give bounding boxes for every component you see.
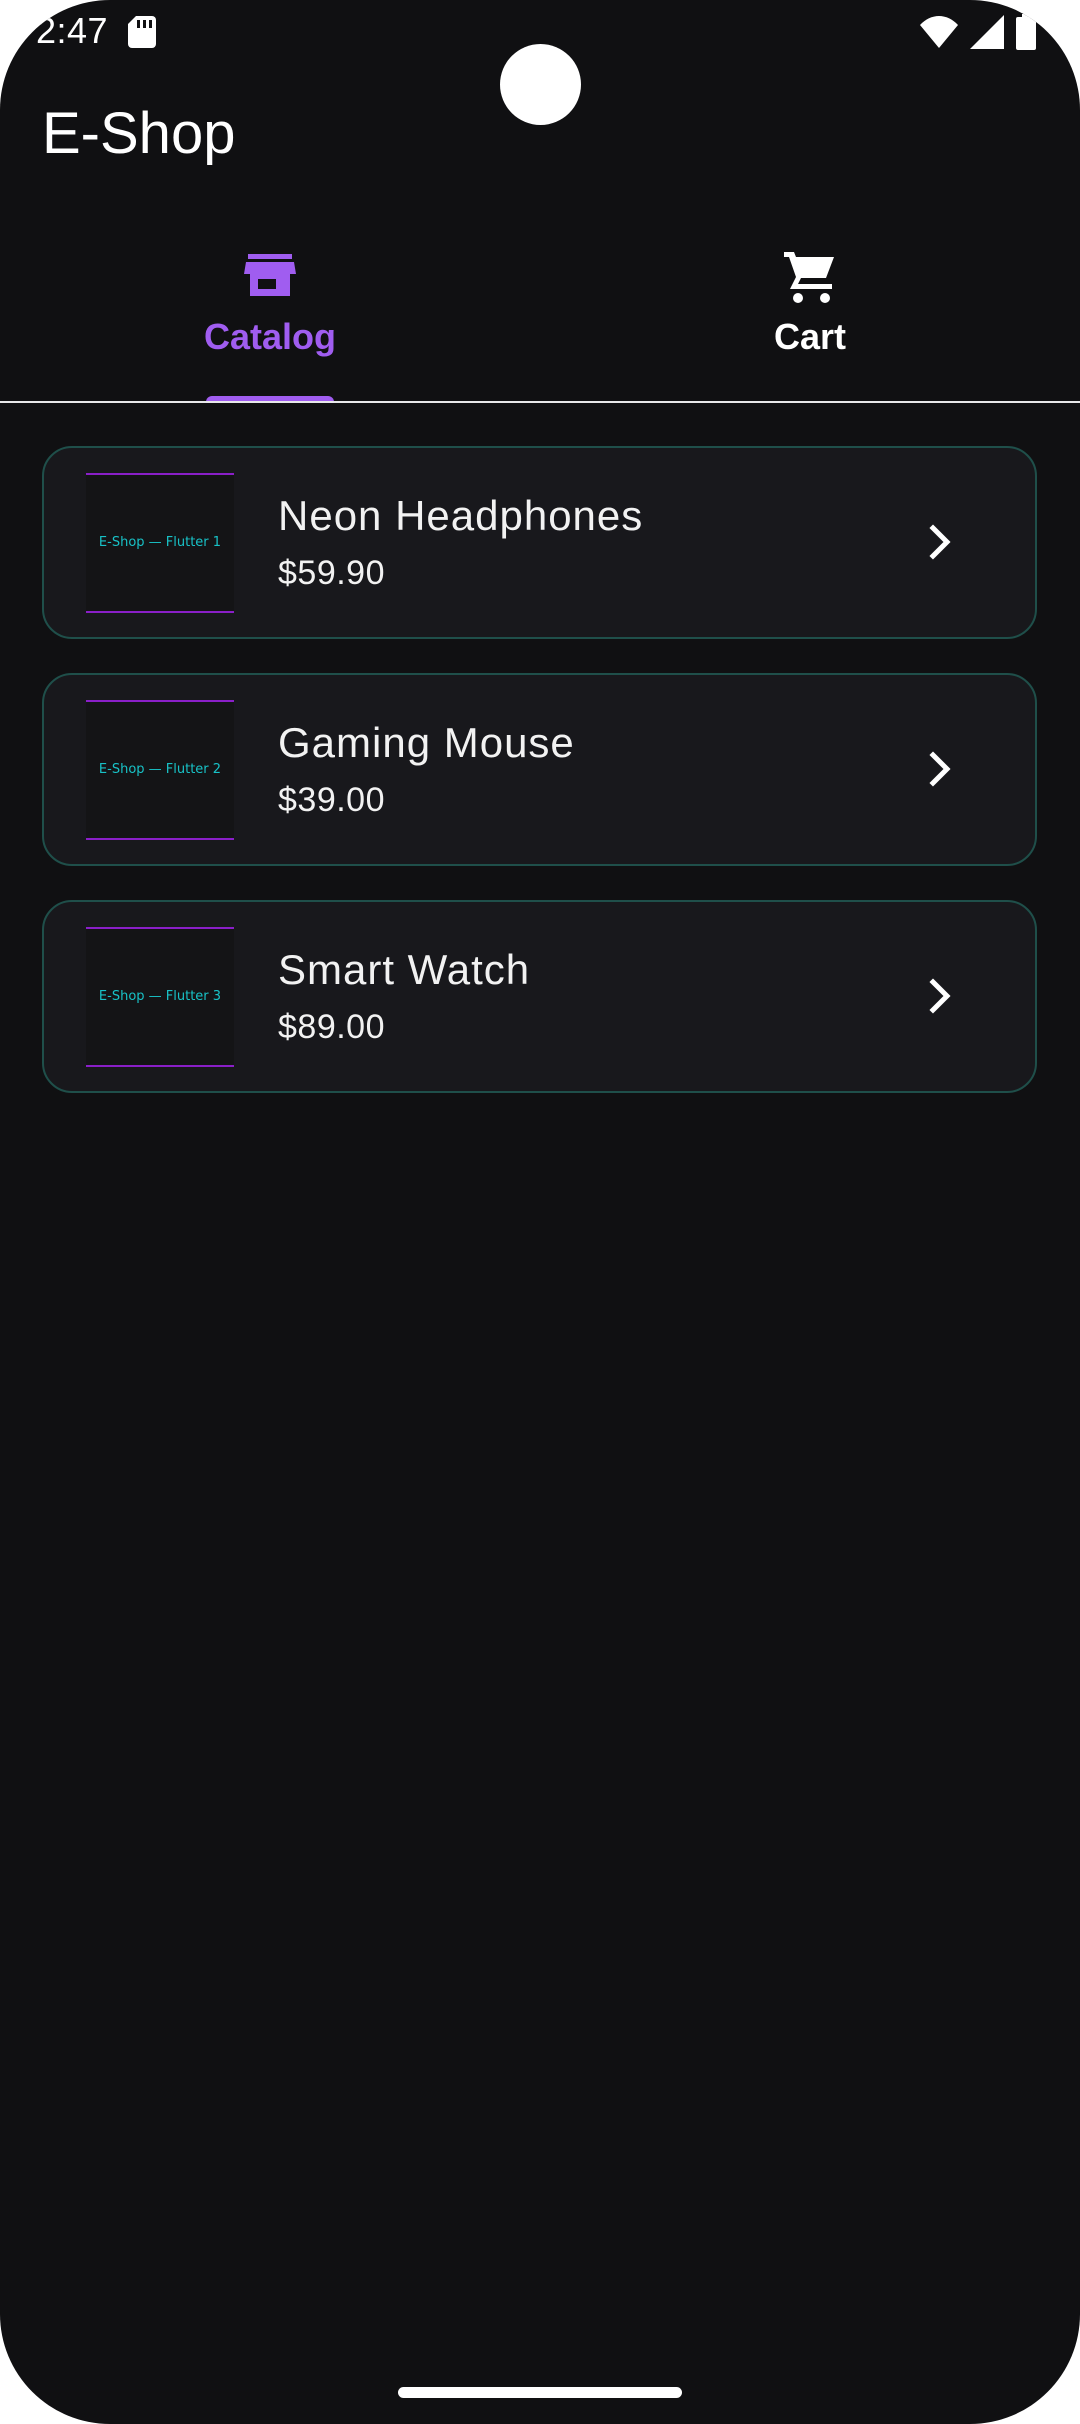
chevron-right-icon[interactable] <box>920 749 960 789</box>
tab-cart-label: Cart <box>773 316 847 357</box>
thumbnail-caption: E-Shop — Flutter 2 <box>98 762 222 777</box>
tab-divider <box>0 401 1080 403</box>
app-title: E-Shop <box>42 101 236 166</box>
product-card[interactable]: E-Shop — Flutter 1 Neon Headphones $59.9… <box>42 446 1037 639</box>
product-price: $89.00 <box>278 1008 385 1046</box>
product-list: E-Shop — Flutter 1 Neon Headphones $59.9… <box>42 446 1037 1127</box>
status-time: 2:47 <box>36 10 109 51</box>
home-indicator[interactable] <box>398 2387 682 2398</box>
tab-catalog[interactable]: Catalog <box>0 220 540 402</box>
product-price: $59.90 <box>278 554 385 592</box>
store-icon <box>244 254 296 296</box>
thumbnail-caption: E-Shop — Flutter 3 <box>98 989 222 1004</box>
tab-catalog-label: Catalog <box>203 316 336 357</box>
battery-icon <box>1016 14 1036 50</box>
chevron-right-icon[interactable] <box>920 522 960 562</box>
product-name: Gaming Mouse <box>278 719 575 766</box>
wifi-icon <box>920 16 958 48</box>
app-screen: 2:47 E-Shop Catalog Cart E-Shop — Flutte… <box>0 0 1080 2424</box>
product-card[interactable]: E-Shop — Flutter 2 Gaming Mouse $39.00 <box>42 673 1037 866</box>
cart-icon <box>784 252 834 303</box>
product-thumbnail: E-Shop — Flutter 2 <box>86 700 234 840</box>
product-thumbnail: E-Shop — Flutter 3 <box>86 927 234 1067</box>
camera-cutout <box>500 44 581 125</box>
product-thumbnail: E-Shop — Flutter 1 <box>86 473 234 613</box>
tab-cart[interactable]: Cart <box>540 220 1080 402</box>
thumbnail-caption: E-Shop — Flutter 1 <box>98 535 222 550</box>
product-card[interactable]: E-Shop — Flutter 3 Smart Watch $89.00 <box>42 900 1037 1093</box>
product-price: $39.00 <box>278 781 385 819</box>
chevron-right-icon[interactable] <box>920 976 960 1016</box>
product-name: Neon Headphones <box>278 492 644 539</box>
sd-card-icon <box>128 16 156 48</box>
product-name: Smart Watch <box>278 946 531 993</box>
signal-icon <box>970 15 1004 49</box>
tab-bar: Catalog Cart <box>0 220 1080 403</box>
status-icons <box>920 14 1036 50</box>
